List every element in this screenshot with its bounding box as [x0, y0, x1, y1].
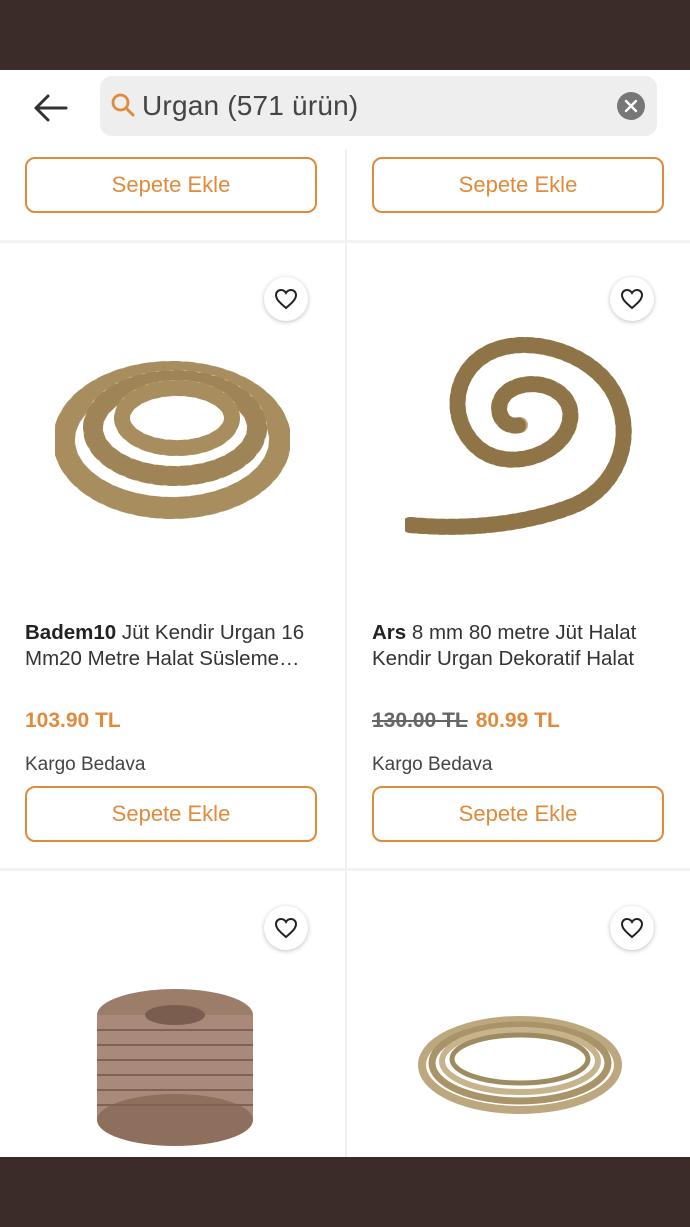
add-to-cart-button[interactable]: Sepete Ekle [25, 786, 317, 842]
add-to-cart-button[interactable]: Sepete Ekle [372, 786, 664, 842]
add-to-cart-button[interactable]: Sepete Ekle [25, 157, 317, 213]
product-image [55, 361, 290, 519]
product-price: 103.90 TL [25, 709, 121, 732]
close-icon [624, 99, 638, 113]
search-input[interactable]: Urgan (571 ürün) [100, 76, 657, 136]
favorite-button[interactable] [264, 277, 308, 321]
heart-outline-icon [274, 288, 298, 310]
heart-outline-icon [274, 917, 298, 939]
favorite-button[interactable] [264, 906, 308, 950]
bottom-bar [0, 1157, 690, 1227]
product-price: 130.00 TL 80.99 TL [372, 709, 560, 732]
product-image [418, 1016, 622, 1114]
heart-outline-icon [620, 288, 644, 310]
product-image [97, 989, 253, 1146]
clear-search-button[interactable] [617, 92, 645, 120]
product-title[interactable]: Ars 8 mm 80 metre Jüt Halat Kendir Urgan… [372, 620, 672, 672]
status-bar [0, 0, 690, 70]
search-query: Urgan (571 ürün) [142, 90, 359, 121]
add-to-cart-button[interactable]: Sepete Ekle [372, 157, 664, 213]
arrow-left-icon [34, 94, 68, 122]
old-price: 130.00 TL [372, 709, 468, 732]
search-icon [111, 93, 135, 117]
column-divider [345, 150, 347, 1157]
heart-outline-icon [620, 917, 644, 939]
search-header: Urgan (571 ürün) [0, 70, 690, 150]
favorite-button[interactable] [610, 277, 654, 321]
product-title[interactable]: Badem10 Jüt Kendir Urgan 16 Mm20 Metre H… [25, 620, 325, 672]
favorite-button[interactable] [610, 906, 654, 950]
shipping-info: Kargo Bedava [25, 754, 146, 775]
shipping-info: Kargo Bedava [372, 754, 493, 775]
row-divider [0, 240, 690, 243]
row-divider [0, 868, 690, 871]
product-image [405, 337, 632, 535]
back-button[interactable] [28, 88, 74, 128]
